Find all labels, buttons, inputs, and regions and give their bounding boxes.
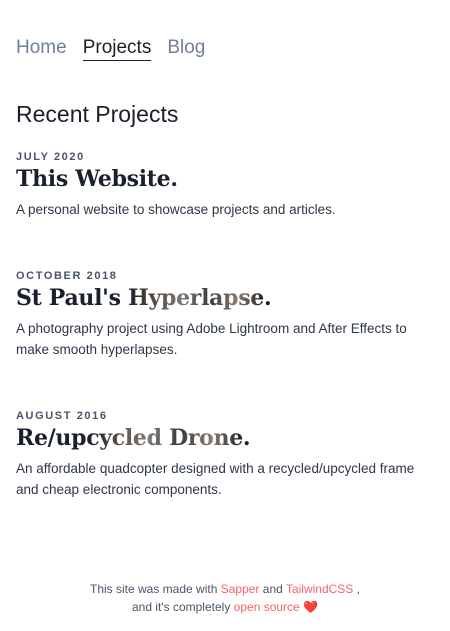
project-item[interactable]: OCTOBER 2018 St Paul's Hyperlapse. A pho… bbox=[16, 269, 426, 360]
heart-icon: ❤️ bbox=[303, 600, 319, 614]
footer-line-2: and it's completely open source ❤️ bbox=[0, 598, 450, 616]
project-title[interactable]: St Paul's Hyperlapse. bbox=[16, 285, 426, 311]
project-title-highlight: cycled Drone bbox=[86, 425, 243, 451]
nav-home-link[interactable]: Home bbox=[16, 36, 67, 61]
footer-text: , bbox=[356, 582, 360, 596]
footer-line-1: This site was made with Sapper and Tailw… bbox=[0, 580, 450, 598]
nav-projects-link[interactable]: Projects bbox=[82, 36, 152, 61]
project-description: A personal website to showcase projects … bbox=[16, 202, 336, 217]
footer-text: and bbox=[262, 582, 283, 596]
project-date: JULY 2020 bbox=[16, 151, 85, 163]
section-title: Recent Projects bbox=[16, 101, 179, 127]
project-title[interactable]: Re/upcycled Drone. bbox=[16, 425, 426, 451]
sapper-link[interactable]: Sapper bbox=[221, 582, 260, 596]
tailwind-link[interactable]: TailwindCSS bbox=[286, 582, 353, 596]
project-description: An affordable quadcopter designed with a… bbox=[16, 461, 415, 497]
nav-blog-link[interactable]: Blog bbox=[167, 36, 205, 61]
footer: This site was made with Sapper and Tailw… bbox=[0, 580, 450, 616]
project-title-part: Re/up bbox=[16, 425, 87, 451]
project-item[interactable]: AUGUST 2016 Re/upcycled Drone. An afford… bbox=[16, 409, 426, 500]
project-title-highlight: Hyperlapse bbox=[128, 285, 264, 311]
project-date: AUGUST 2016 bbox=[16, 410, 108, 422]
project-title-part: St Paul's bbox=[16, 285, 129, 311]
footer-text: and it's completely bbox=[131, 600, 231, 614]
open-source-link[interactable]: open source bbox=[234, 600, 300, 614]
project-title[interactable]: This Website. bbox=[16, 166, 426, 192]
project-date: OCTOBER 2018 bbox=[16, 270, 118, 282]
footer-text: This site was made with bbox=[90, 582, 218, 596]
project-description: A photography project using Adobe Lightr… bbox=[16, 321, 407, 357]
project-title-part: . bbox=[242, 425, 251, 451]
project-item[interactable]: JULY 2020 This Website. A personal websi… bbox=[16, 150, 426, 220]
top-nav: Home Projects Blog bbox=[16, 36, 205, 61]
project-title-part: . bbox=[263, 285, 272, 311]
